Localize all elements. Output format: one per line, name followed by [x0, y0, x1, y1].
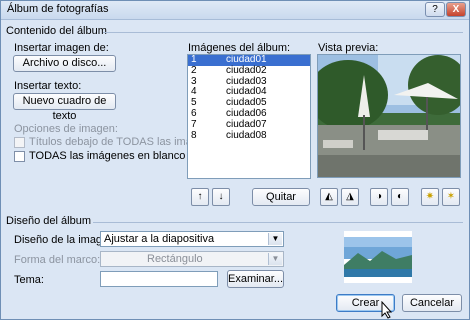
help-button[interactable]: ?: [425, 2, 445, 17]
title-bar: Álbum de fotografías ? X: [1, 1, 469, 20]
frame-shape-label: Forma del marco:: [14, 254, 101, 266]
rotate-left-icon: ◭: [325, 191, 333, 202]
rotate-right-icon: ◮: [346, 191, 354, 202]
move-down-button[interactable]: ↓: [212, 188, 230, 206]
rotate-right-button[interactable]: ◮: [341, 188, 359, 206]
all-bw-checkbox[interactable]: [14, 151, 25, 162]
theme-input[interactable]: [100, 271, 218, 287]
mouse-cursor-icon: [381, 301, 393, 319]
content-section-divider: [103, 32, 463, 33]
new-textbox-button[interactable]: Nuevo cuadro de texto: [13, 93, 116, 122]
dialog-title: Álbum de fotografías: [7, 3, 109, 15]
album-image-name: ciudad02: [226, 64, 267, 76]
theme-label: Tema:: [14, 274, 44, 286]
chevron-down-icon[interactable]: ▼: [268, 253, 282, 265]
arrow-up-icon: ↑: [197, 191, 203, 202]
brightness-more-button[interactable]: ✷: [421, 188, 439, 206]
arrow-down-icon: ↓: [218, 191, 224, 202]
frame-shape-value: Rectángulo: [147, 253, 203, 265]
brightness-less-button[interactable]: ✶: [442, 188, 460, 206]
album-image-number: 8: [191, 129, 197, 141]
preview-label: Vista previa:: [318, 42, 379, 54]
brightness-less-icon: ✶: [446, 191, 456, 202]
layout-preview-image: [344, 231, 412, 283]
captions-below-checkbox[interactable]: [14, 137, 25, 148]
image-options-label: Opciones de imagen:: [14, 123, 118, 135]
contrast-more-icon: ◑: [375, 191, 383, 202]
brightness-more-icon: ✷: [425, 191, 435, 202]
album-image-name: ciudad08: [226, 129, 267, 141]
move-up-button[interactable]: ↑: [191, 188, 209, 206]
album-image-number: 2: [191, 64, 197, 76]
file-disk-button[interactable]: Archivo o disco...: [13, 55, 116, 72]
preview-photo: [318, 55, 460, 177]
album-image-row[interactable]: 8 ciudad08: [188, 129, 310, 142]
album-image-number: 7: [191, 118, 197, 130]
content-section-title: Contenido del álbum: [6, 25, 107, 37]
album-image-name: ciudad07: [226, 118, 267, 130]
chevron-down-icon[interactable]: ▼: [268, 233, 282, 245]
photo-album-dialog: Álbum de fotografías ? X Contenido del á…: [0, 0, 470, 320]
album-images-list[interactable]: 1 ciudad01 2 ciudad02 3 ciudad03 4 ciudad04 5 ciu…: [187, 54, 311, 179]
remove-button[interactable]: Quitar: [252, 188, 310, 206]
insert-text-label: Insertar texto:: [14, 80, 82, 92]
cancel-button[interactable]: Cancelar: [402, 294, 462, 312]
picture-layout-select[interactable]: Ajustar a la diapositiva ▼: [100, 231, 284, 247]
insert-image-label: Insertar imagen de:: [14, 42, 109, 54]
picture-layout-value: Ajustar a la diapositiva: [104, 233, 215, 245]
album-images-label: Imágenes del álbum:: [188, 42, 291, 54]
close-button[interactable]: X: [446, 2, 466, 17]
rotate-left-button[interactable]: ◭: [320, 188, 338, 206]
preview-image: [317, 54, 461, 178]
layout-thumbnail: [344, 231, 412, 283]
contrast-less-button[interactable]: ◐: [391, 188, 409, 206]
album-image-row[interactable]: 2 ciudad02: [188, 64, 310, 77]
frame-shape-select[interactable]: Rectángulo ▼: [100, 251, 284, 267]
album-image-row[interactable]: 7 ciudad07: [188, 118, 310, 131]
contrast-less-icon: ◐: [396, 191, 404, 202]
contrast-more-button[interactable]: ◑: [370, 188, 388, 206]
layout-section-title: Diseño del álbum: [6, 215, 91, 227]
layout-section-divider: [93, 222, 463, 223]
browse-button[interactable]: Examinar...: [227, 270, 284, 288]
